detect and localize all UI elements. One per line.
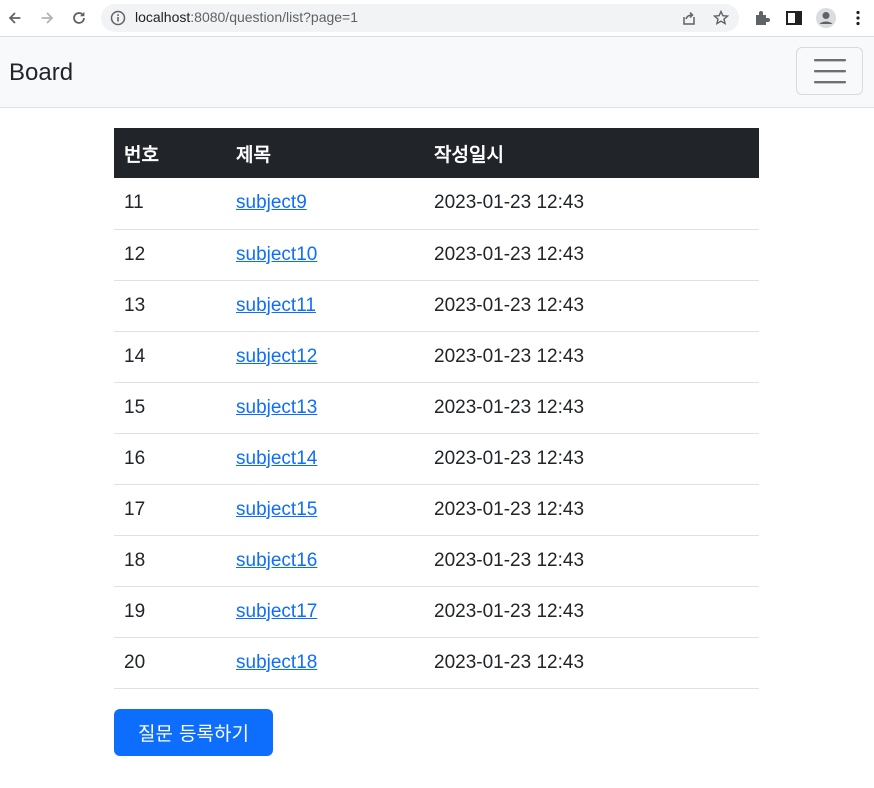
row-subject-cell: subject10 [226, 229, 424, 280]
row-subject-cell: subject9 [226, 178, 424, 229]
reload-icon[interactable] [69, 8, 89, 28]
row-created-date: 2023-01-23 12:43 [434, 498, 585, 520]
more-menu-icon[interactable] [849, 9, 867, 27]
row-subject-cell: subject17 [226, 586, 424, 637]
forward-icon[interactable] [37, 8, 57, 28]
subject-link[interactable]: subject9 [236, 192, 307, 213]
row-subject-cell: subject12 [226, 331, 424, 382]
browser-toolbar: localhost:8080/question/list?page=1 [0, 0, 874, 37]
table-row: 16 subject14 2023-01-23 12:43 [114, 433, 759, 484]
question-table: 번호 제목 작성일시 11 subject9 2023-01-23 12:43 12 s… [114, 128, 759, 689]
row-subject-cell: subject13 [226, 382, 424, 433]
header-subject: 제목 [236, 144, 271, 166]
navbar-toggler-button[interactable] [796, 47, 863, 95]
row-subject-cell: subject15 [226, 484, 424, 535]
header-created-date: 작성일시 [434, 144, 504, 166]
table-row: 18 subject16 2023-01-23 12:43 [114, 535, 759, 586]
row-created-date: 2023-01-23 12:43 [434, 600, 585, 622]
subject-link[interactable]: subject14 [236, 448, 317, 469]
table-body: 11 subject9 2023-01-23 12:43 12 subject10 202… [114, 178, 759, 688]
row-created-date: 2023-01-23 12:43 [434, 651, 585, 673]
extensions-icon[interactable] [753, 9, 771, 27]
table-row: 15 subject13 2023-01-23 12:43 [114, 382, 759, 433]
row-created-date: 2023-01-23 12:43 [434, 345, 585, 367]
row-number: 13 [124, 294, 146, 316]
subject-link[interactable]: subject13 [236, 397, 317, 418]
address-bar[interactable]: localhost:8080/question/list?page=1 [101, 4, 739, 32]
row-number: 20 [124, 651, 146, 673]
navbar-brand[interactable]: Board [9, 59, 73, 87]
row-created-date: 2023-01-23 12:43 [434, 549, 585, 571]
table-row: 11 subject9 2023-01-23 12:43 [114, 178, 759, 229]
row-created-date: 2023-01-23 12:43 [434, 192, 585, 214]
subject-link[interactable]: subject12 [236, 346, 317, 367]
row-number: 14 [124, 345, 146, 367]
subject-link[interactable]: subject17 [236, 601, 317, 622]
table-row: 12 subject10 2023-01-23 12:43 [114, 229, 759, 280]
url-text[interactable]: localhost:8080/question/list?page=1 [135, 9, 358, 25]
header-number: 번호 [124, 144, 159, 166]
row-number: 18 [124, 549, 146, 571]
hamburger-icon [813, 59, 846, 84]
create-question-button[interactable]: 질문 등록하기 [114, 709, 273, 756]
back-icon[interactable] [5, 8, 25, 28]
side-panel-icon[interactable] [785, 9, 803, 27]
row-number: 16 [124, 447, 146, 469]
table-row: 19 subject17 2023-01-23 12:43 [114, 586, 759, 637]
navbar: Board [0, 37, 874, 108]
profile-avatar-icon[interactable] [815, 7, 837, 29]
table-row: 20 subject18 2023-01-23 12:43 [114, 637, 759, 688]
table-row: 13 subject11 2023-01-23 12:43 [114, 280, 759, 331]
subject-link[interactable]: subject15 [236, 499, 317, 520]
row-subject-cell: subject18 [226, 637, 424, 688]
row-number: 19 [124, 600, 146, 622]
star-icon[interactable] [713, 10, 729, 26]
row-number: 17 [124, 498, 146, 520]
table-header: 번호 제목 작성일시 [114, 128, 759, 178]
share-icon[interactable] [681, 10, 697, 26]
info-icon[interactable] [110, 10, 126, 26]
subject-link[interactable]: subject11 [236, 295, 316, 316]
subject-link[interactable]: subject16 [236, 550, 317, 571]
row-created-date: 2023-01-23 12:43 [434, 447, 585, 469]
table-row: 14 subject12 2023-01-23 12:43 [114, 331, 759, 382]
subject-link[interactable]: subject18 [236, 652, 317, 673]
row-number: 11 [124, 192, 144, 214]
row-created-date: 2023-01-23 12:43 [434, 243, 585, 265]
row-subject-cell: subject16 [226, 535, 424, 586]
subject-link[interactable]: subject10 [236, 244, 317, 265]
row-created-date: 2023-01-23 12:43 [434, 294, 585, 316]
table-row: 17 subject15 2023-01-23 12:43 [114, 484, 759, 535]
row-created-date: 2023-01-23 12:43 [434, 396, 585, 418]
row-number: 15 [124, 396, 146, 418]
row-subject-cell: subject11 [226, 280, 424, 331]
row-number: 12 [124, 243, 146, 265]
row-subject-cell: subject14 [226, 433, 424, 484]
